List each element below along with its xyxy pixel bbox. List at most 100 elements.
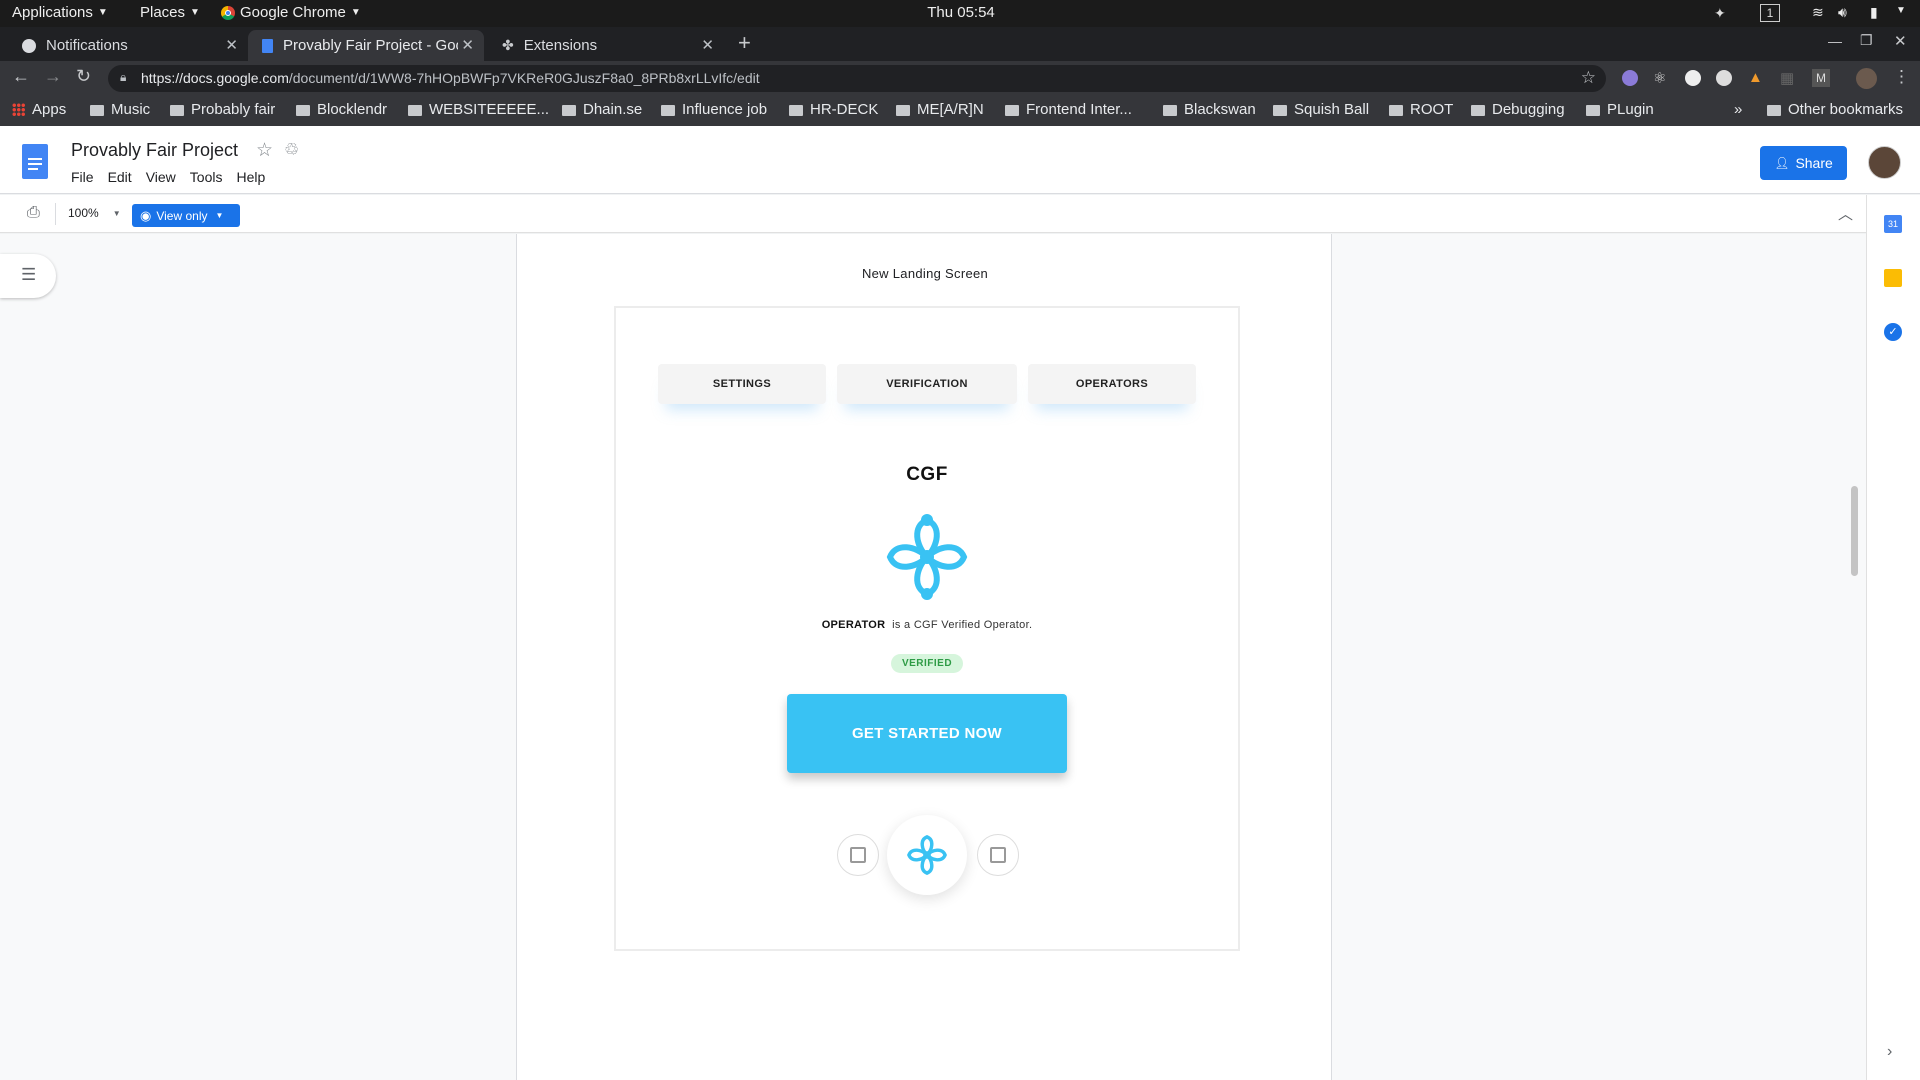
- workspace-indicator[interactable]: 1: [1760, 4, 1780, 22]
- star-icon[interactable]: ☆: [256, 139, 273, 162]
- mode-label: View only: [156, 208, 208, 223]
- extension-icon-3[interactable]: [1685, 70, 1701, 86]
- address-bar[interactable]: 🔒︎ https://docs.google.com/document/d/1W…: [108, 65, 1606, 92]
- caret-down-icon: ▼: [112, 208, 121, 218]
- folder-icon: [1273, 105, 1287, 116]
- bookmark-folder[interactable]: WEBSITEEEEE...: [408, 101, 549, 118]
- tab-extensions[interactable]: ✤ Extensions ✕: [488, 30, 724, 61]
- close-icon[interactable]: ✕: [701, 36, 714, 54]
- bookmark-folder[interactable]: Blackswan: [1163, 101, 1256, 118]
- keep-icon[interactable]: [1884, 269, 1902, 287]
- minimize-window-icon[interactable]: —: [1828, 33, 1842, 49]
- move-to-drive-icon[interactable]: ♲: [284, 140, 299, 160]
- bookmark-folder[interactable]: ME[A/R]N: [896, 101, 984, 118]
- menu-file[interactable]: File: [71, 169, 94, 185]
- eye-icon: ◉: [140, 207, 152, 223]
- collapse-menus-chevron-up-icon[interactable]: ︿: [1838, 203, 1853, 224]
- operator-name: OPERATOR: [821, 619, 886, 631]
- docs-toolbar: ⎙ 100% ▼ ◉ View only ▼ ︿: [0, 195, 1866, 233]
- zoom-select[interactable]: 100% ▼: [68, 201, 124, 225]
- close-window-icon[interactable]: ✕: [1894, 32, 1907, 50]
- close-icon[interactable]: ✕: [225, 36, 238, 54]
- bookmark-star-icon[interactable]: ☆: [1581, 68, 1596, 88]
- extension-puzzle-icon[interactable]: ✦: [1714, 5, 1734, 21]
- bookmark-folder[interactable]: Blocklendr: [296, 101, 387, 118]
- print-icon[interactable]: ⎙: [27, 204, 40, 222]
- status-menu-caret-icon[interactable]: ▼: [1896, 5, 1906, 16]
- applications-menu[interactable]: Applications ▼: [12, 4, 108, 21]
- account-avatar[interactable]: [1868, 146, 1901, 179]
- extension-m-icon[interactable]: M: [1812, 69, 1830, 87]
- view-only-mode-button[interactable]: ◉ View only ▼: [132, 204, 240, 227]
- extension-icon-6[interactable]: ▦: [1780, 69, 1794, 87]
- tab-verification[interactable]: VERIFICATION: [837, 364, 1017, 404]
- applications-label: Applications: [12, 4, 93, 21]
- tab-notifications[interactable]: Notifications ✕: [8, 30, 248, 61]
- tab-provably-fair[interactable]: Provably Fair Project - Goo ✕: [248, 30, 484, 61]
- forward-arrow-icon[interactable]: →: [44, 66, 62, 87]
- bookmark-folder[interactable]: Influence job: [661, 101, 767, 118]
- bookmark-label: Probably fair: [191, 101, 276, 118]
- expand-panel-chevron-icon[interactable]: ›: [1887, 1043, 1892, 1061]
- side-panel: 31 ✓ ›: [1866, 195, 1920, 1080]
- reload-icon[interactable]: ↻: [76, 66, 91, 87]
- bookmark-folder[interactable]: ROOT: [1389, 101, 1453, 118]
- clock[interactable]: Thu 05:54: [926, 4, 996, 21]
- extension-icon-1[interactable]: [1622, 70, 1638, 86]
- folder-icon: [789, 105, 803, 116]
- menu-help[interactable]: Help: [236, 169, 265, 185]
- bookmark-folder[interactable]: PLugin: [1586, 101, 1654, 118]
- battery-icon[interactable]: ▮: [1870, 4, 1878, 21]
- chrome-app-menu[interactable]: Google Chrome ▼: [221, 4, 361, 21]
- bookmark-folder[interactable]: Frontend Inter...: [1005, 101, 1132, 118]
- bookmark-folder[interactable]: Debugging: [1471, 101, 1565, 118]
- bookmark-folder[interactable]: Probably fair: [170, 101, 275, 118]
- menu-edit[interactable]: Edit: [108, 169, 132, 185]
- close-icon[interactable]: ✕: [461, 36, 474, 54]
- bookmarks-overflow-button[interactable]: »: [1734, 101, 1742, 118]
- scrollbar-thumb[interactable]: [1851, 486, 1858, 576]
- places-menu[interactable]: Places ▼: [140, 4, 200, 21]
- profile-avatar[interactable]: [1856, 68, 1877, 89]
- center-logo-button[interactable]: [887, 815, 967, 895]
- folder-icon: [408, 105, 422, 116]
- bookmark-folder[interactable]: Music: [90, 101, 150, 118]
- bookmark-apps[interactable]: Apps: [12, 101, 66, 118]
- new-tab-button[interactable]: +: [738, 30, 751, 56]
- other-bookmarks[interactable]: Other bookmarks: [1767, 101, 1903, 118]
- restore-window-icon[interactable]: ❐: [1860, 32, 1873, 49]
- bookmark-folder[interactable]: HR-DECK: [789, 101, 878, 118]
- calendar-icon[interactable]: 31: [1884, 215, 1902, 233]
- outline-toggle-button[interactable]: ☰: [0, 254, 56, 298]
- menu-tools[interactable]: Tools: [190, 169, 223, 185]
- document-title[interactable]: Provably Fair Project: [71, 140, 238, 161]
- copy-left-button[interactable]: [837, 834, 879, 876]
- bookmark-folder[interactable]: Squish Ball: [1273, 101, 1369, 118]
- extension-icon-4[interactable]: [1716, 70, 1732, 86]
- system-top-bar: Applications ▼ Places ▼ Google Chrome ▼ Thu…: [0, 0, 1920, 27]
- bookmark-label: PLugin: [1607, 101, 1654, 118]
- url-domain: https://docs.google.com: [141, 70, 289, 86]
- react-devtools-icon[interactable]: ⚛: [1653, 69, 1666, 87]
- get-started-button[interactable]: GET STARTED NOW: [787, 694, 1067, 773]
- share-button[interactable]: 👤︎ Share: [1760, 146, 1847, 180]
- bookmark-label: Blackswan: [1184, 101, 1256, 118]
- tasks-icon[interactable]: ✓: [1884, 323, 1902, 341]
- copy-right-button[interactable]: [977, 834, 1019, 876]
- tab-settings[interactable]: SETTINGS: [658, 364, 826, 404]
- person-icon: 👤︎: [1774, 156, 1790, 170]
- volume-icon[interactable]: 🔊︎: [1838, 4, 1847, 21]
- extension-flame-icon[interactable]: ▲: [1748, 69, 1763, 86]
- back-arrow-icon[interactable]: ←: [12, 66, 30, 87]
- menu-bar: File Edit View Tools Help: [71, 169, 265, 185]
- wifi-icon[interactable]: ≋: [1812, 4, 1824, 21]
- tab-operators[interactable]: OPERATORS: [1028, 364, 1196, 404]
- folder-icon: [296, 105, 310, 116]
- more-vert-icon[interactable]: ⋮: [1893, 67, 1910, 87]
- bookmark-folder[interactable]: Dhain.se: [562, 101, 642, 118]
- bookmark-label: Influence job: [682, 101, 768, 118]
- menu-view[interactable]: View: [146, 169, 176, 185]
- bookmark-label: Dhain.se: [583, 101, 643, 118]
- docs-logo-icon[interactable]: [22, 144, 48, 179]
- chrome-app-label: Google Chrome: [240, 4, 346, 21]
